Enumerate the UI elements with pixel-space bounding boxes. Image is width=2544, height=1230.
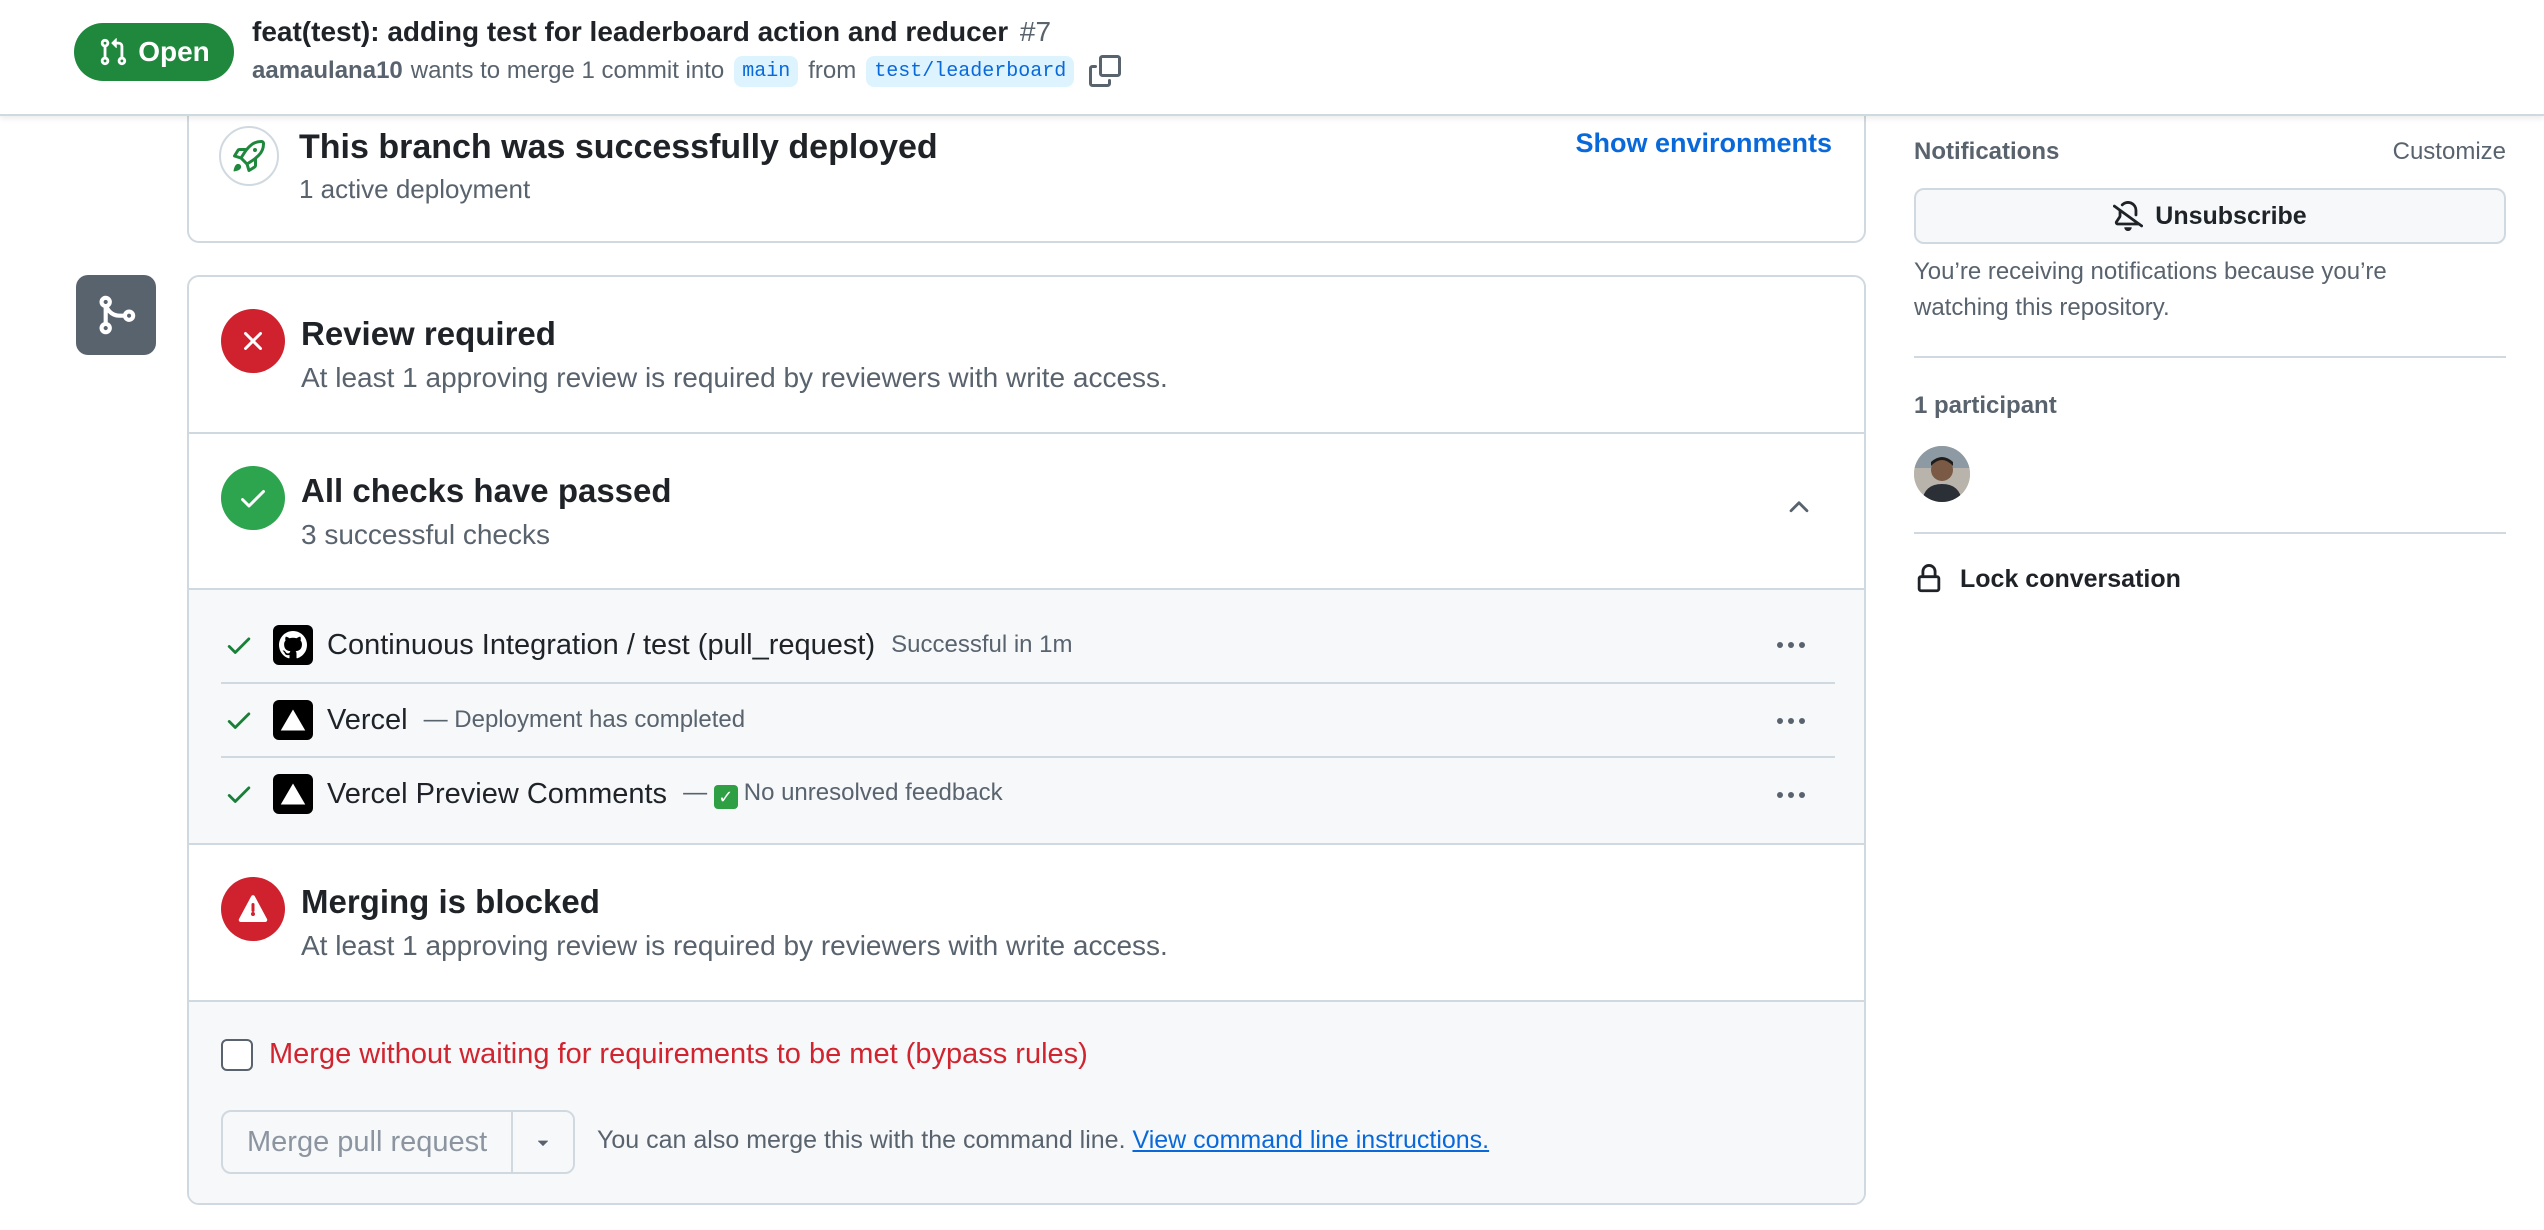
pr-status-badge: Open — [74, 23, 234, 81]
unsubscribe-label: Unsubscribe — [2155, 201, 2307, 230]
unsubscribe-button[interactable]: Unsubscribe — [1914, 188, 2506, 244]
deployment-box: This branch was successfully deployed 1 … — [187, 100, 1866, 243]
pr-number: #7 — [1019, 16, 1052, 47]
review-required-desc: At least 1 approving review is required … — [301, 362, 1168, 393]
check-circle-icon — [221, 466, 285, 530]
checks-count: 3 successful checks — [301, 519, 550, 550]
check-name: Vercel Preview Comments — [327, 777, 668, 810]
merge-actions-area: Merge without waiting for requirements t… — [189, 1002, 1864, 1203]
check-description: — Deployment has completed — [423, 706, 746, 733]
x-circle-icon — [221, 309, 285, 373]
notifications-title: Notifications — [1914, 138, 2060, 165]
check-icon — [221, 702, 257, 738]
pr-status-label: Open — [138, 36, 210, 67]
sidebar-divider — [1914, 532, 2506, 534]
show-environments-button[interactable]: Show environments — [1575, 128, 1832, 159]
deployment-count: 1 active deployment — [299, 174, 531, 204]
checks-title: All checks have passed — [301, 472, 672, 509]
from-text: from — [808, 57, 857, 84]
git-pull-request-icon — [101, 38, 127, 66]
alert-icon — [221, 877, 285, 941]
chevron-up-icon[interactable] — [1784, 492, 1814, 522]
checks-list: Continuous Integration / test (pull_requ… — [189, 590, 1864, 845]
vercel-icon — [273, 774, 313, 814]
check-icon — [221, 627, 257, 663]
merging-blocked-desc: At least 1 approving review is required … — [301, 930, 1168, 961]
participants-title: 1 participant — [1914, 392, 2057, 419]
kebab-horizontal-icon[interactable] — [1771, 704, 1811, 738]
merge-description: wants to merge 1 commit into — [410, 57, 725, 84]
lock-conversation-label: Lock conversation — [1960, 564, 2181, 593]
check-description: Successful in 1m — [891, 631, 1073, 658]
copy-icon[interactable] — [1088, 54, 1122, 88]
pr-title-text: feat(test): adding test for leaderboard … — [252, 16, 1009, 47]
check-description: — ✓ No unresolved feedback — [683, 779, 1003, 809]
pr-author-link[interactable]: aamaulana10 — [252, 57, 403, 85]
triangle-down-icon — [538, 1140, 549, 1146]
merge-method-dropdown[interactable] — [511, 1112, 574, 1172]
participant-avatar[interactable] — [1914, 446, 1970, 502]
vercel-icon — [273, 700, 313, 740]
check-name: Continuous Integration / test (pull_requ… — [327, 628, 876, 661]
white-check-mark-emoji: ✓ — [713, 785, 738, 809]
merge-pull-request-button[interactable]: Merge pull request — [223, 1112, 511, 1172]
command-line-instructions-link[interactable]: View command line instructions. — [1132, 1126, 1489, 1154]
kebab-horizontal-icon[interactable] — [1771, 778, 1811, 812]
github-icon — [273, 625, 313, 665]
check-row-vercel[interactable]: Vercel — Deployment has completed — [221, 682, 1835, 756]
lock-conversation-button[interactable]: Lock conversation — [1914, 564, 2181, 594]
pr-subtitle: aamaulana10 wants to merge 1 commit into… — [252, 54, 1122, 88]
merge-button-group: Merge pull request — [221, 1110, 576, 1174]
lock-icon — [1917, 564, 1941, 593]
deployment-title: This branch was successfully deployed — [299, 128, 938, 166]
pr-sticky-header: Open feat(test): adding test for leaderb… — [0, 0, 2544, 116]
sidebar-divider — [1914, 356, 2506, 358]
dash-text: — — [683, 779, 708, 806]
merging-blocked-section: Merging is blocked At least 1 approving … — [189, 845, 1864, 1002]
merge-status-box: Review required At least 1 approving rev… — [187, 275, 1866, 1205]
review-required-section: Review required At least 1 approving rev… — [189, 277, 1864, 434]
command-line-hint: You can also merge this with the command… — [597, 1126, 1489, 1155]
base-branch[interactable]: main — [734, 55, 799, 87]
bypass-rules-checkbox[interactable] — [221, 1038, 253, 1071]
bypass-rules-row[interactable]: Merge without waiting for requirements t… — [221, 1038, 1088, 1071]
merging-blocked-title: Merging is blocked — [301, 883, 600, 920]
rocket-icon — [219, 126, 279, 186]
check-icon — [221, 776, 257, 812]
check-row-ci[interactable]: Continuous Integration / test (pull_requ… — [221, 608, 1835, 682]
check-description-text: No unresolved feedback — [743, 779, 1003, 806]
check-name: Vercel — [327, 703, 408, 736]
command-line-text: You can also merge this with the command… — [597, 1126, 1126, 1154]
bypass-rules-label[interactable]: Merge without waiting for requirements t… — [269, 1038, 1088, 1071]
notifications-header: Notifications Customize — [1914, 138, 2506, 166]
kebab-horizontal-icon[interactable] — [1771, 628, 1811, 662]
pr-title: feat(test): adding test for leaderboard … — [252, 16, 1051, 48]
checks-section[interactable]: All checks have passed 3 successful chec… — [189, 434, 1864, 590]
notifications-reason: You’re receiving notifications because y… — [1914, 258, 2387, 321]
head-branch[interactable]: test/leaderboard — [866, 55, 1075, 87]
customize-notifications-link[interactable]: Customize — [2393, 138, 2506, 166]
review-required-title: Review required — [301, 315, 556, 352]
bell-slash-icon — [2113, 201, 2144, 231]
check-row-vercel-preview-comments[interactable]: Vercel Preview Comments — ✓ No unresolved… — [221, 756, 1835, 830]
git-merge-icon — [76, 275, 156, 355]
